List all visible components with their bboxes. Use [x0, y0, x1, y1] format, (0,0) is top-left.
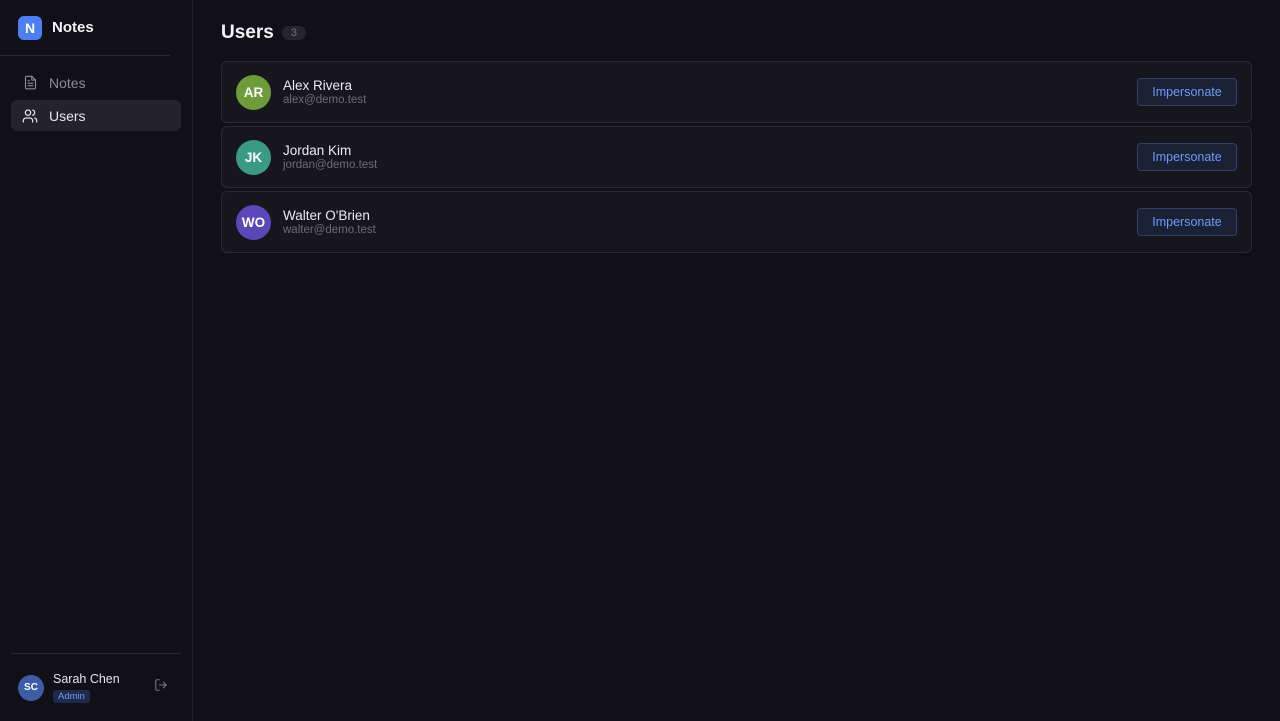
list-item: AR Alex Rivera alex@demo.test Impersonat… [221, 61, 1252, 123]
user-info: Walter O'Brien walter@demo.test [283, 208, 376, 236]
users-icon [21, 107, 39, 125]
brand-logo: N [18, 15, 42, 40]
role-badge: Admin [53, 690, 90, 703]
brand-name: Notes [52, 19, 94, 36]
sidebar-item-label: Notes [49, 74, 86, 91]
document-icon [21, 74, 39, 92]
page-title: Users [221, 22, 274, 43]
list-item: WO Walter O'Brien walter@demo.test Imper… [221, 191, 1252, 253]
brand-area: N Notes [0, 0, 192, 56]
user-info: Alex Rivera alex@demo.test [283, 78, 366, 106]
user-email: walter@demo.test [283, 224, 376, 236]
user-email: jordan@demo.test [283, 159, 378, 171]
app-root: N Notes Notes Users SC Sarah Chen Admin … [0, 0, 1280, 721]
impersonate-button[interactable]: Impersonate [1137, 208, 1237, 236]
sidebar-item-notes[interactable]: Notes [11, 67, 181, 98]
avatar: JK [236, 139, 271, 175]
page-header: Users 3 [221, 21, 1252, 45]
sidebar-item-label: Users [49, 107, 86, 124]
logout-icon [154, 678, 168, 697]
avatar: SC [18, 674, 44, 701]
user-list: AR Alex Rivera alex@demo.test Impersonat… [221, 61, 1252, 253]
logout-button[interactable] [153, 678, 169, 697]
user-count-badge: 3 [281, 26, 306, 40]
list-item: JK Jordan Kim jordan@demo.test Impersona… [221, 126, 1252, 188]
current-user-name: Sarah Chen [53, 672, 120, 686]
impersonate-button[interactable]: Impersonate [1137, 143, 1237, 171]
current-user-info: Sarah Chen Admin [53, 672, 120, 703]
current-user: SC Sarah Chen Admin [11, 653, 181, 721]
main-content: Users 3 AR Alex Rivera alex@demo.test Im… [193, 0, 1280, 721]
sidebar-item-users[interactable]: Users [11, 100, 181, 131]
sidebar-footer: SC Sarah Chen Admin [0, 653, 192, 721]
user-name: Jordan Kim [283, 143, 352, 158]
avatar: AR [236, 74, 271, 110]
sidebar: N Notes Notes Users SC Sarah Chen Admin [0, 0, 193, 721]
user-info: Jordan Kim jordan@demo.test [283, 143, 377, 171]
avatar: WO [236, 204, 271, 240]
impersonate-button[interactable]: Impersonate [1137, 78, 1237, 106]
brand[interactable]: N Notes [0, 0, 170, 56]
user-name: Walter O'Brien [283, 208, 370, 223]
user-email: alex@demo.test [283, 94, 367, 106]
sidebar-nav: Notes Users [0, 56, 192, 133]
user-name: Alex Rivera [283, 78, 353, 93]
